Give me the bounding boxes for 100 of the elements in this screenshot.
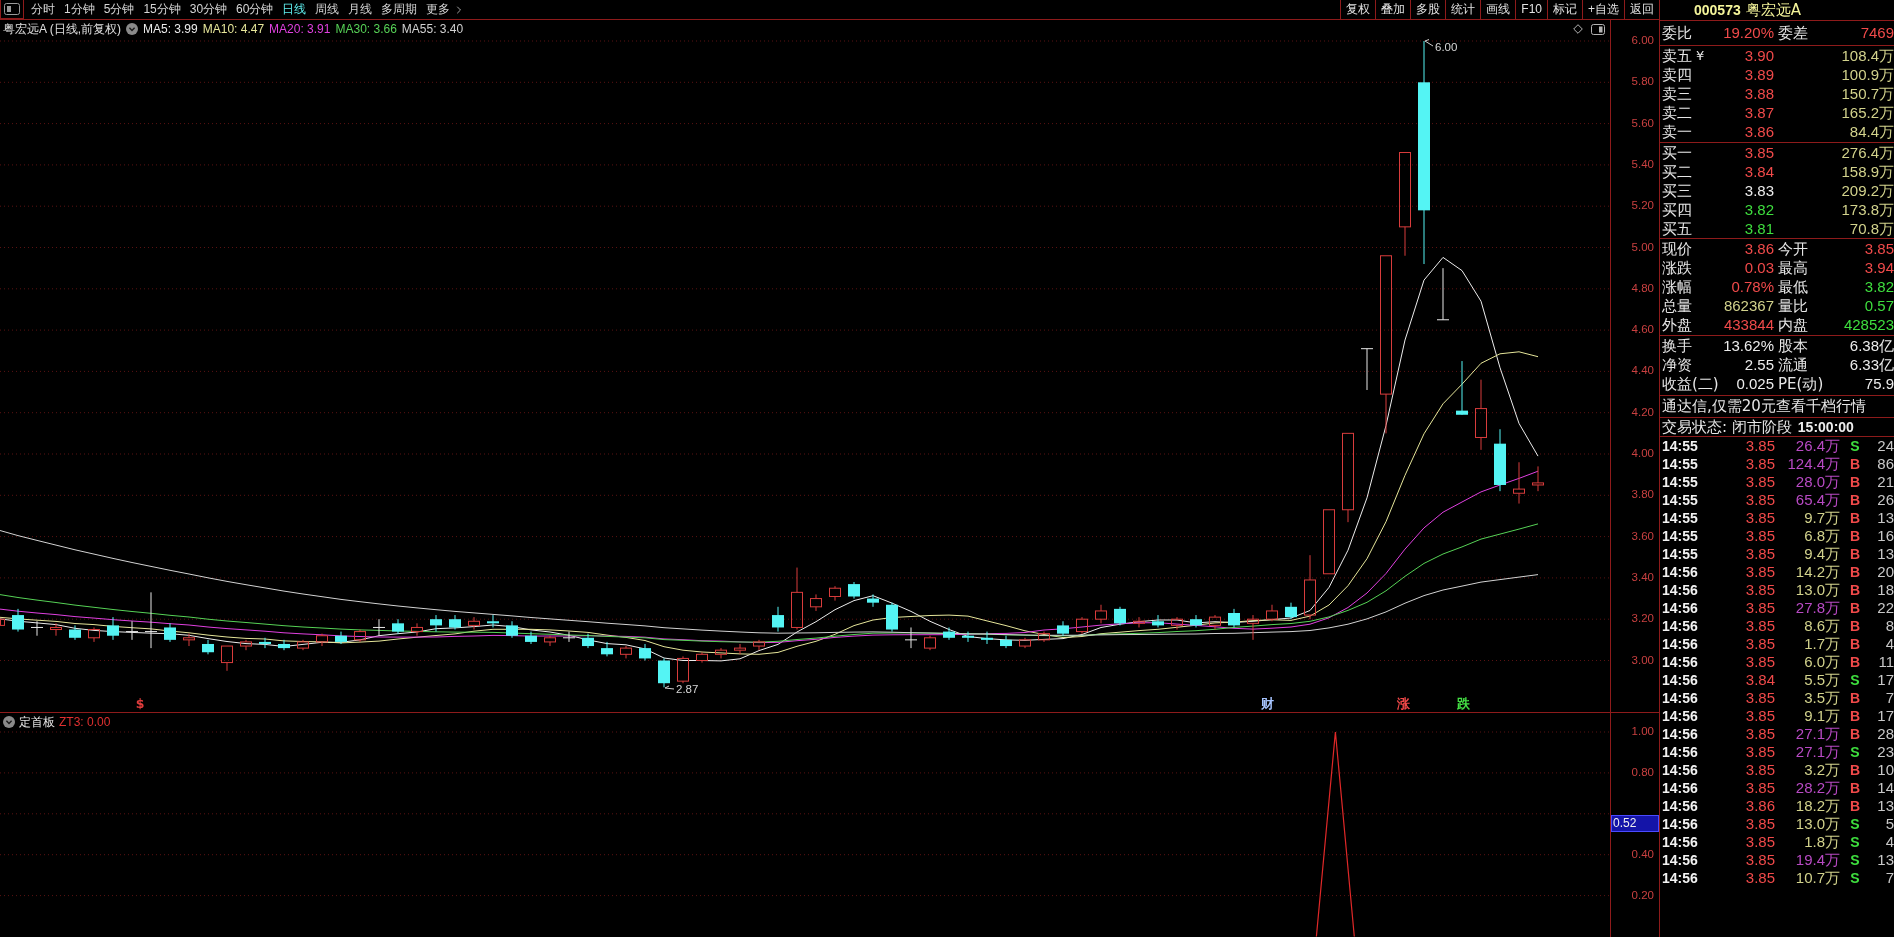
tick-time: 14:56	[1662, 780, 1699, 796]
tick-count: 26	[1877, 491, 1894, 509]
period-tab[interactable]: 30分钟	[189, 2, 228, 17]
quote-label: 内盘	[1777, 315, 1808, 334]
axis-label: 5.00	[1631, 240, 1654, 255]
tick-side: B	[1849, 636, 1861, 652]
tick-time: 14:56	[1662, 852, 1699, 868]
axis-label: 0.20	[1631, 888, 1654, 903]
status-time: 15:00:00	[1797, 419, 1854, 435]
signal-marker: 跌	[1456, 696, 1470, 711]
tick-time: 14:55	[1662, 438, 1699, 454]
yen-sign: ¥	[1696, 46, 1705, 65]
tick-side: B	[1849, 654, 1861, 670]
order-price: 3.90	[1744, 46, 1774, 65]
period-tab[interactable]: 60分钟	[236, 2, 274, 17]
order-level-label: 卖一	[1662, 122, 1692, 141]
tick-count: 4	[1885, 635, 1894, 653]
period-tab[interactable]: 15分钟	[143, 2, 181, 17]
order-price: 3.89	[1744, 65, 1774, 84]
order-volume: 70.8万	[1849, 219, 1894, 238]
quote-value: 3.86	[1744, 239, 1774, 258]
order-volume: 108.4万	[1841, 46, 1894, 65]
quote-label: 今开	[1777, 239, 1808, 258]
tick-volume: 10.7万	[1795, 869, 1840, 887]
ma-label: MA30: 3.66	[335, 22, 397, 36]
tick-time: 14:55	[1662, 510, 1699, 526]
order-price: 3.86	[1744, 122, 1774, 141]
tick-price: 3.85	[1745, 725, 1775, 743]
tick-time: 14:56	[1662, 636, 1699, 652]
tick-price: 3.85	[1745, 689, 1775, 707]
tick-time: 14:56	[1662, 816, 1699, 832]
quote-label: 股本	[1777, 336, 1809, 355]
quote-label: 委差	[1777, 24, 1808, 42]
period-tab[interactable]: 1分钟	[64, 2, 95, 17]
quote-label: 委比	[1662, 24, 1693, 42]
quote-label: 最低	[1777, 277, 1808, 296]
tick-price: 3.85	[1745, 473, 1775, 491]
axis-label: 3.20	[1631, 612, 1654, 627]
order-level-label: 买一	[1662, 143, 1692, 162]
quote-value: 3.85	[1864, 239, 1894, 258]
quote-label: 外盘	[1662, 315, 1693, 334]
tick-side: S	[1850, 816, 1860, 832]
tick-volume: 19.4万	[1795, 851, 1840, 869]
tick-count: 7	[1885, 689, 1894, 707]
quote-value: 13.62%	[1723, 336, 1774, 355]
period-tab[interactable]: 周线	[315, 2, 340, 17]
axis-label: 3.60	[1631, 529, 1654, 544]
sidebar-toggle-button[interactable]	[0, 0, 24, 19]
tick-count: 23	[1877, 743, 1894, 761]
quote-label: 最高	[1777, 258, 1808, 277]
period-tab[interactable]: 月线	[348, 2, 373, 17]
tick-price: 3.85	[1745, 563, 1775, 581]
quote-label: 流通	[1777, 355, 1809, 374]
price-label: 2.87	[676, 683, 699, 695]
tick-volume: 6.8万	[1804, 527, 1840, 545]
period-tab[interactable]: 日线	[282, 2, 307, 17]
period-tab[interactable]: 分时	[31, 2, 55, 17]
tick-time: 14:56	[1662, 762, 1699, 778]
tick-price: 3.85	[1745, 437, 1775, 455]
tick-side: B	[1849, 582, 1861, 598]
quote-label: 量比	[1777, 296, 1808, 315]
leader-line	[664, 685, 675, 690]
tick-volume: 27.8万	[1795, 599, 1840, 617]
period-tab[interactable]: 5分钟	[103, 2, 135, 17]
tick-price: 3.85	[1745, 527, 1775, 545]
chevron-down-icon[interactable]	[3, 716, 15, 728]
axis-label: 4.80	[1631, 281, 1654, 296]
order-price: 3.83	[1744, 181, 1774, 200]
order-price: 3.88	[1744, 84, 1774, 103]
tick-count: 20	[1877, 563, 1894, 581]
diamond-icon[interactable]	[1573, 24, 1583, 34]
axis-label: 4.40	[1631, 364, 1654, 379]
tick-count: 11	[1878, 653, 1894, 671]
tick-price: 3.85	[1745, 617, 1775, 635]
tick-price: 3.85	[1745, 509, 1775, 527]
tick-side: B	[1849, 726, 1861, 742]
tick-price: 3.85	[1745, 815, 1775, 833]
tick-side: B	[1849, 708, 1861, 724]
order-level-label: 买五	[1662, 219, 1692, 238]
tick-side: S	[1850, 438, 1860, 454]
order-volume: 173.8万	[1841, 200, 1894, 219]
axis-label: 1.00	[1631, 725, 1654, 739]
tick-count: 17	[1877, 671, 1894, 689]
tick-count: 86	[1877, 455, 1894, 473]
order-price: 3.81	[1744, 219, 1774, 238]
tick-volume: 124.4万	[1787, 455, 1840, 473]
tick-count: 13	[1877, 797, 1894, 815]
leader-line	[1424, 39, 1434, 47]
axis-label: 3.00	[1631, 653, 1654, 668]
split-square-icon[interactable]	[1591, 23, 1605, 35]
quote-value: 862367	[1723, 296, 1774, 315]
tick-volume: 28.0万	[1795, 473, 1840, 491]
period-tab[interactable]: 多周期	[381, 2, 418, 17]
order-price: 3.84	[1744, 162, 1774, 181]
tick-volume: 14.2万	[1795, 563, 1840, 581]
chevron-down-icon[interactable]	[126, 23, 138, 35]
more-menu[interactable]: 更多	[426, 2, 466, 17]
tick-count: 13	[1877, 545, 1894, 563]
ma-label: MA5: 3.99	[143, 22, 198, 36]
tick-volume: 9.1万	[1804, 707, 1840, 725]
